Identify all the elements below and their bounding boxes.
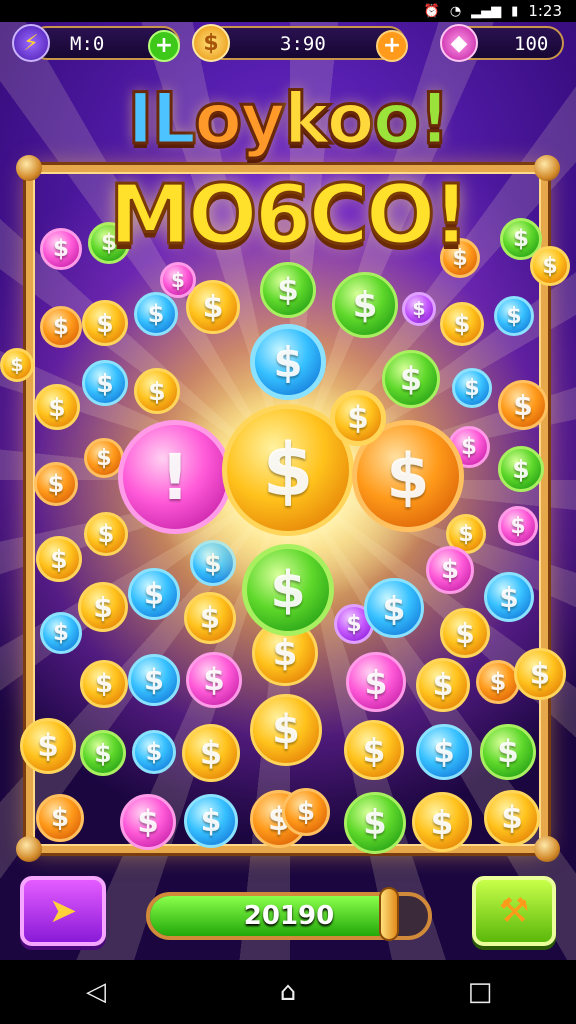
gold-coin[interactable]: $ [82,300,128,346]
gold-coin[interactable]: $ [184,592,236,644]
energy-value: M:0 [70,33,105,55]
blue-coin[interactable]: $ [364,578,424,638]
green-big-coin[interactable]: $ [242,544,334,636]
game-title-line-1: ILoykoo! [126,77,452,162]
navigation-bar: ◁ ⌂ □ [0,960,576,1024]
pink-coin[interactable]: $ [120,794,176,850]
orange-coin[interactable]: $ [40,306,82,348]
coin-icon: $ [192,24,230,62]
orange-coin[interactable]: $ [476,660,520,704]
special-coin[interactable]: ! [118,420,232,534]
gem-value: 100 [514,33,549,55]
blue-coin[interactable]: $ [82,360,128,406]
gem-icon: ◆ [440,24,478,62]
pink-coin[interactable]: $ [160,262,196,298]
pink-coin[interactable]: $ [426,546,474,594]
gold-coin[interactable]: $ [416,658,470,712]
blue-coin[interactable]: $ [132,730,176,774]
gold-coin[interactable]: $ [134,368,180,414]
play-arrow-icon: ➤ [48,891,78,931]
add-energy-button[interactable]: + [148,30,180,62]
hammer-icon: ⚒ [498,891,530,931]
green-coin[interactable]: $ [260,262,316,318]
back-button[interactable]: ◁ [66,977,126,1007]
pink-coin[interactable]: $ [346,652,406,712]
green-coin[interactable]: $ [332,272,398,338]
pink-coin[interactable]: $ [498,506,538,546]
blue-coin[interactable]: $ [494,296,534,336]
blue-coin[interactable]: $ [134,292,178,336]
lightning-icon: ⚡ [12,24,50,62]
home-button[interactable]: ⌂ [258,977,318,1007]
add-coins-button[interactable]: + [376,30,408,62]
frame-corner [16,836,42,862]
gold-coin[interactable]: $ [0,348,34,382]
gold-coin[interactable]: $ [78,582,128,632]
blue-coin[interactable]: $ [184,794,238,848]
gold-coin[interactable]: $ [84,512,128,556]
green-coin[interactable]: $ [80,730,126,776]
signal-icon: ▂▄▆ [471,3,502,19]
gold-coin[interactable]: $ [80,660,128,708]
orange-coin[interactable]: $ [36,794,84,842]
hammer-button[interactable]: ⚒ [472,876,556,946]
gold-coin[interactable]: $ [36,536,82,582]
coin-value: 3:90 [280,33,326,55]
orange-coin[interactable]: $ [498,380,548,430]
pink-coin[interactable]: $ [186,652,242,708]
green-coin[interactable]: $ [344,792,406,854]
status-bar: ⏰ ◔ ▂▄▆ ▮ 1:23 [0,0,576,22]
gold-coin[interactable]: $ [186,280,240,334]
progress-knob [379,887,400,941]
gold-coin[interactable]: $ [484,790,540,846]
gold-coin[interactable]: $ [20,718,76,774]
gold-coin[interactable]: $ [440,302,484,346]
gold-coin[interactable]: $ [514,648,566,700]
blue-coin[interactable]: $ [416,724,472,780]
gold-coin[interactable]: $ [440,608,490,658]
battery-icon: ▮ [511,3,519,19]
play-button[interactable]: ➤ [20,876,106,946]
blue-big-coin[interactable]: $ [250,324,326,400]
purple-coin[interactable]: $ [402,292,436,326]
gold-coin[interactable]: $ [250,694,322,766]
wifi-icon: ◔ [449,3,462,19]
frame-corner [534,836,560,862]
blue-coin[interactable]: $ [484,572,534,622]
blue-coin[interactable]: $ [128,654,180,706]
blue-coin[interactable]: $ [128,568,180,620]
blue-coin[interactable]: $ [452,368,492,408]
gold-coin[interactable]: $ [34,384,80,430]
green-coin[interactable]: $ [382,350,440,408]
gold-big-coin[interactable]: $ [330,390,386,446]
game-title-line-2: MO6CO! [108,167,472,265]
green-coin[interactable]: $ [498,446,544,492]
alarm-icon: ⏰ [423,3,440,19]
gold-coin[interactable]: $ [412,792,472,852]
status-time: 1:23 [528,2,562,20]
recents-button[interactable]: □ [450,977,510,1007]
orange-coin[interactable]: $ [282,788,330,836]
gold-coin[interactable]: $ [182,724,240,782]
gold-coin[interactable]: $ [344,720,404,780]
orange-coin[interactable]: $ [34,462,78,506]
green-coin[interactable]: $ [480,724,536,780]
blue-coin[interactable]: $ [40,612,82,654]
